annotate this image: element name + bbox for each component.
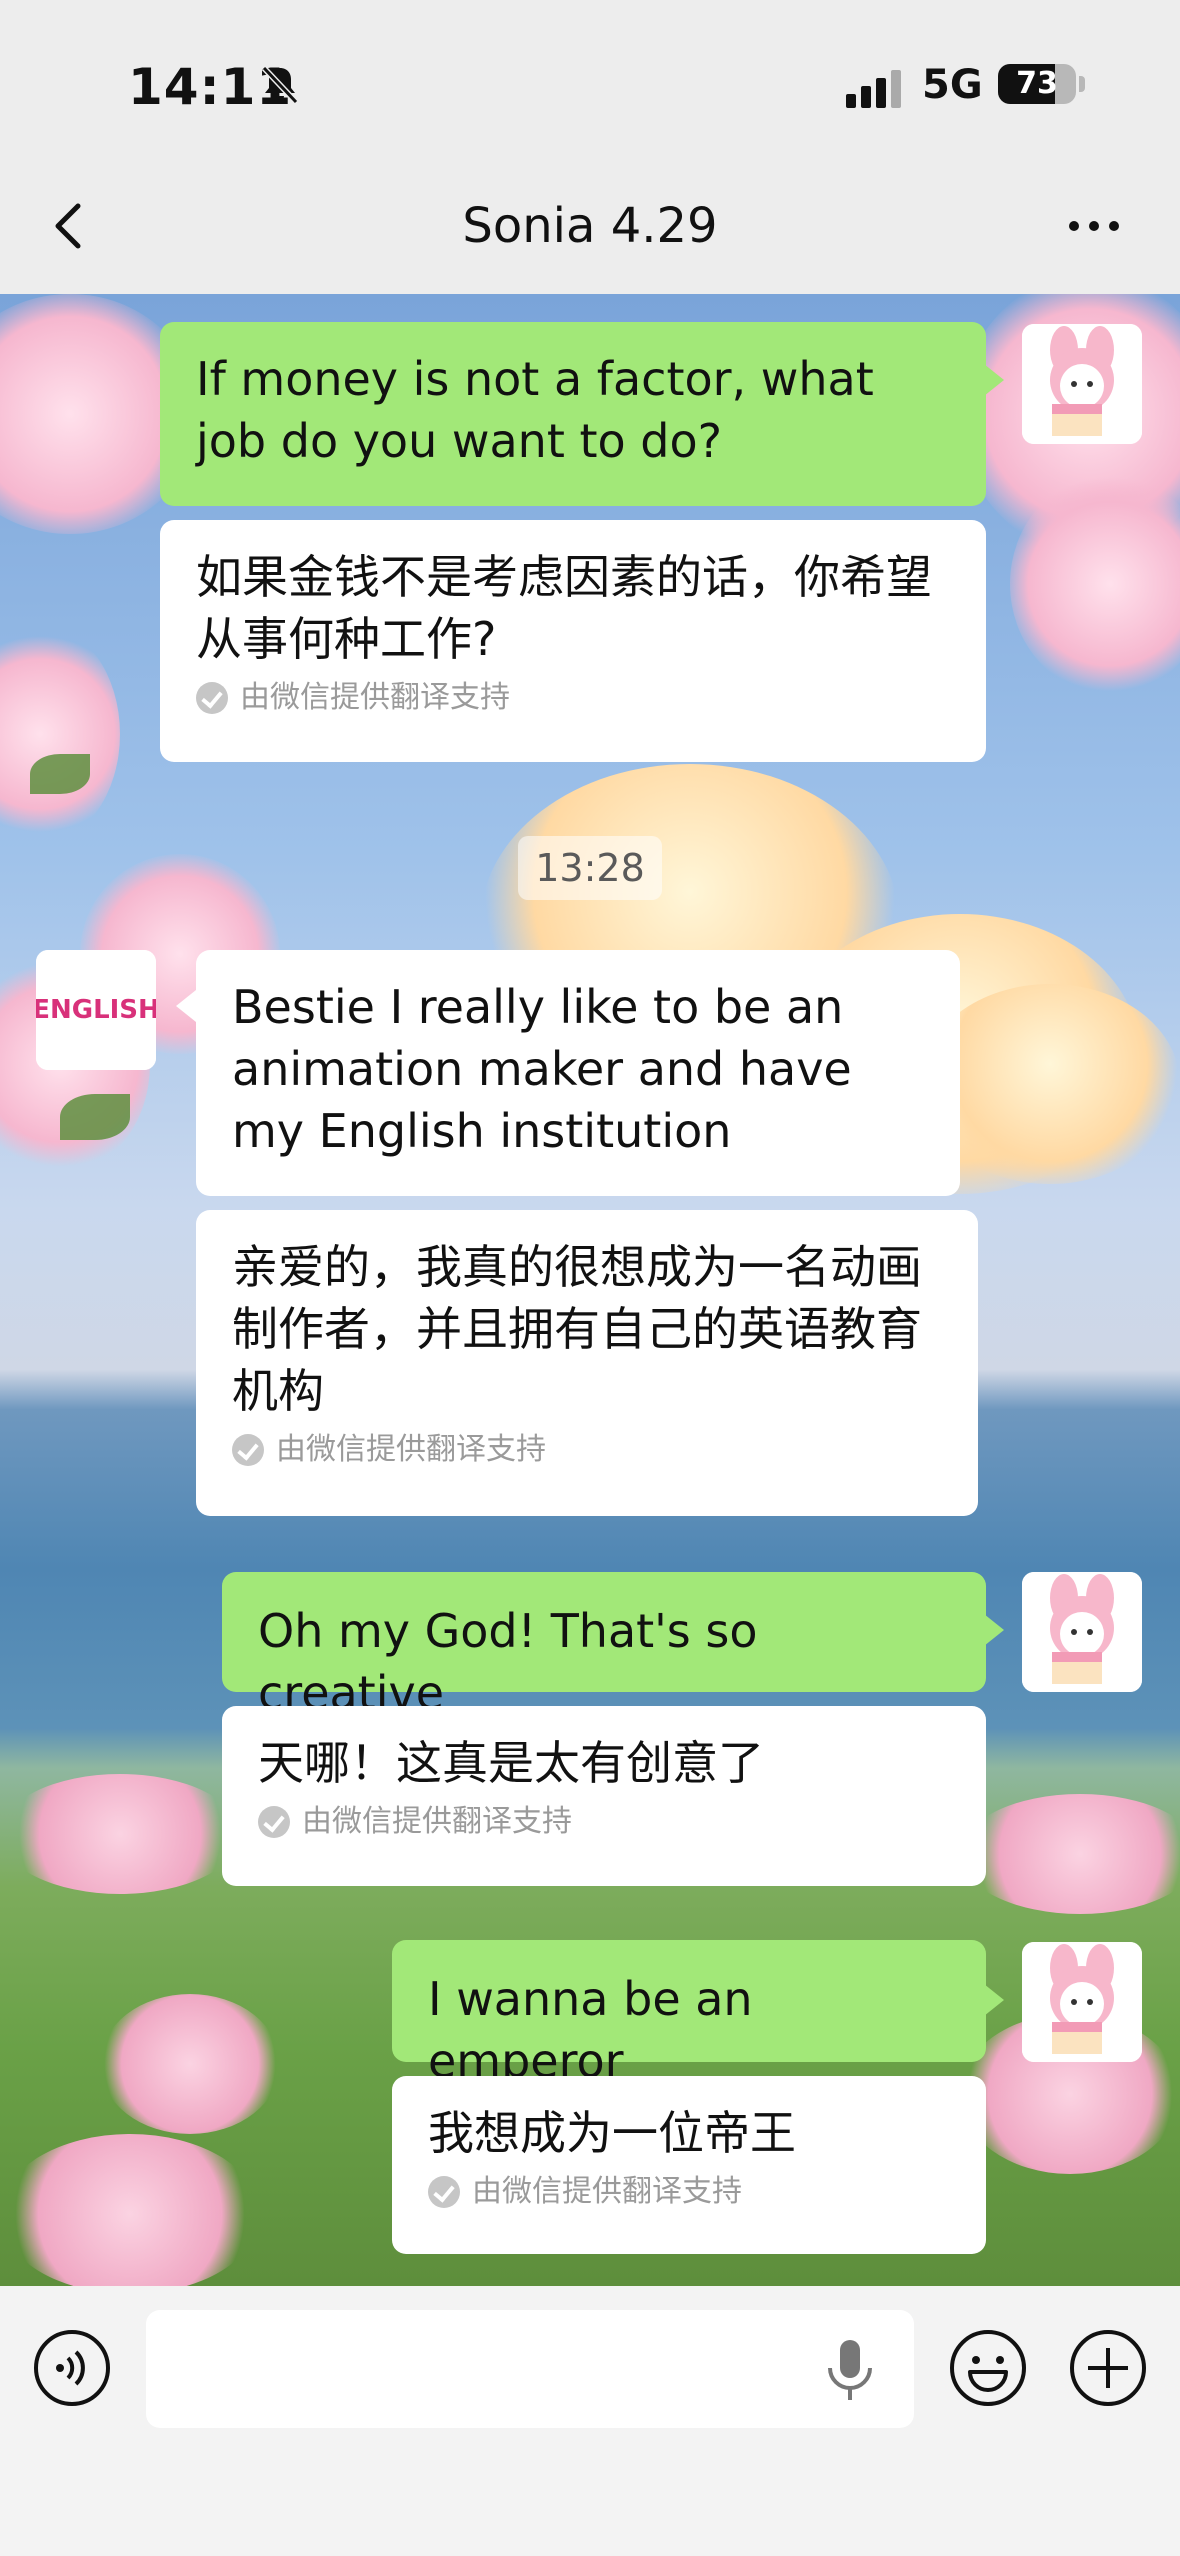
check-circle-icon (258, 1806, 290, 1838)
flower-field (100, 1994, 280, 2134)
translation-note: 由微信提供翻译支持 (258, 1802, 950, 1842)
plus-icon[interactable] (1068, 2328, 1148, 2408)
message-input[interactable] (146, 2310, 914, 2428)
my-avatar[interactable] (1022, 1942, 1142, 2062)
translation-text: 天哪！这真是太有创意了 (258, 1736, 764, 1790)
translation-note-text: 由微信提供翻译支持 (472, 2174, 742, 2209)
message-bubble-sent[interactable]: If money is not a factor, what job do yo… (160, 322, 986, 506)
translation-note-text: 由微信提供翻译支持 (302, 1804, 572, 1839)
bubble-tail (984, 1614, 1004, 1646)
translation-note: 由微信提供翻译支持 (196, 678, 950, 718)
avatar-text: ENGLISH (36, 995, 156, 1025)
network-type: 5G (922, 62, 983, 108)
translation-note: 由微信提供翻译支持 (428, 2172, 950, 2212)
translation-bubble[interactable]: 如果金钱不是考虑因素的话，你希望从事何种工作? 由微信提供翻译支持 (160, 520, 986, 762)
check-circle-icon (196, 682, 228, 714)
translation-note-text: 由微信提供翻译支持 (276, 1432, 546, 1467)
bubble-tail (984, 364, 1004, 396)
bunny-avatar-icon (1022, 324, 1142, 444)
chat-title: Sonia 4.29 (462, 198, 718, 254)
bell-muted-icon (261, 65, 299, 105)
message-bubble-sent[interactable]: Oh my God! That's so creative (222, 1572, 986, 1720)
bubble-tail (176, 990, 196, 1022)
translation-note-text: 由微信提供翻译支持 (240, 680, 510, 715)
translation-bubble[interactable]: 我想成为一位帝王 由微信提供翻译支持 (392, 2076, 986, 2254)
leaf (30, 754, 90, 794)
bunny-avatar-icon (1022, 1572, 1142, 1692)
translation-text: 如果金钱不是考虑因素的话，你希望从事何种工作? (196, 550, 932, 666)
translation-text: 我想成为一位帝王 (428, 2106, 796, 2160)
contact-avatar[interactable]: ENGLISH (36, 950, 156, 1070)
translation-bubble[interactable]: 天哪！这真是太有创意了 由微信提供翻译支持 (222, 1706, 986, 1886)
message-bubble-received[interactable]: Bestie I really like to be an animation … (196, 950, 960, 1196)
blossom (0, 624, 120, 844)
message-text: Bestie I really like to be an animation … (232, 980, 852, 1158)
flower-field (960, 1794, 1180, 1914)
my-avatar[interactable] (1022, 1572, 1142, 1692)
battery-tip (1079, 76, 1085, 92)
signal-icon (846, 70, 901, 108)
check-circle-icon (428, 2176, 460, 2208)
message-bubble-sent[interactable]: I wanna be an emperor (392, 1940, 986, 2088)
message-text: If money is not a factor, what job do yo… (196, 352, 874, 468)
check-circle-icon (232, 1434, 264, 1466)
voice-mode-icon[interactable] (32, 2328, 112, 2408)
bunny-avatar-icon (1022, 1942, 1142, 2062)
translation-bubble[interactable]: 亲爱的，我真的很想成为一名动画制作者，并且拥有自己的英语教育机构 由微信提供翻译… (196, 1210, 978, 1516)
battery-icon: 73 (998, 64, 1076, 104)
english-avatar-icon: ENGLISH (36, 950, 156, 1070)
my-avatar[interactable] (1022, 324, 1142, 444)
emoji-icon[interactable] (948, 2328, 1028, 2408)
translation-text: 亲爱的，我真的很想成为一名动画制作者，并且拥有自己的英语教育机构 (232, 1240, 922, 1418)
leaf (60, 1094, 130, 1140)
battery-level: 73 (1016, 66, 1058, 101)
flower-field (0, 1774, 240, 1894)
bubble-tail (984, 1984, 1004, 2016)
flower-field (0, 2134, 260, 2286)
microphone-icon[interactable] (822, 2336, 878, 2404)
more-options-icon[interactable] (1064, 204, 1124, 248)
translation-note: 由微信提供翻译支持 (232, 1430, 942, 1470)
message-text: I wanna be an emperor (428, 1972, 753, 2088)
timestamp: 13:28 (518, 836, 662, 900)
